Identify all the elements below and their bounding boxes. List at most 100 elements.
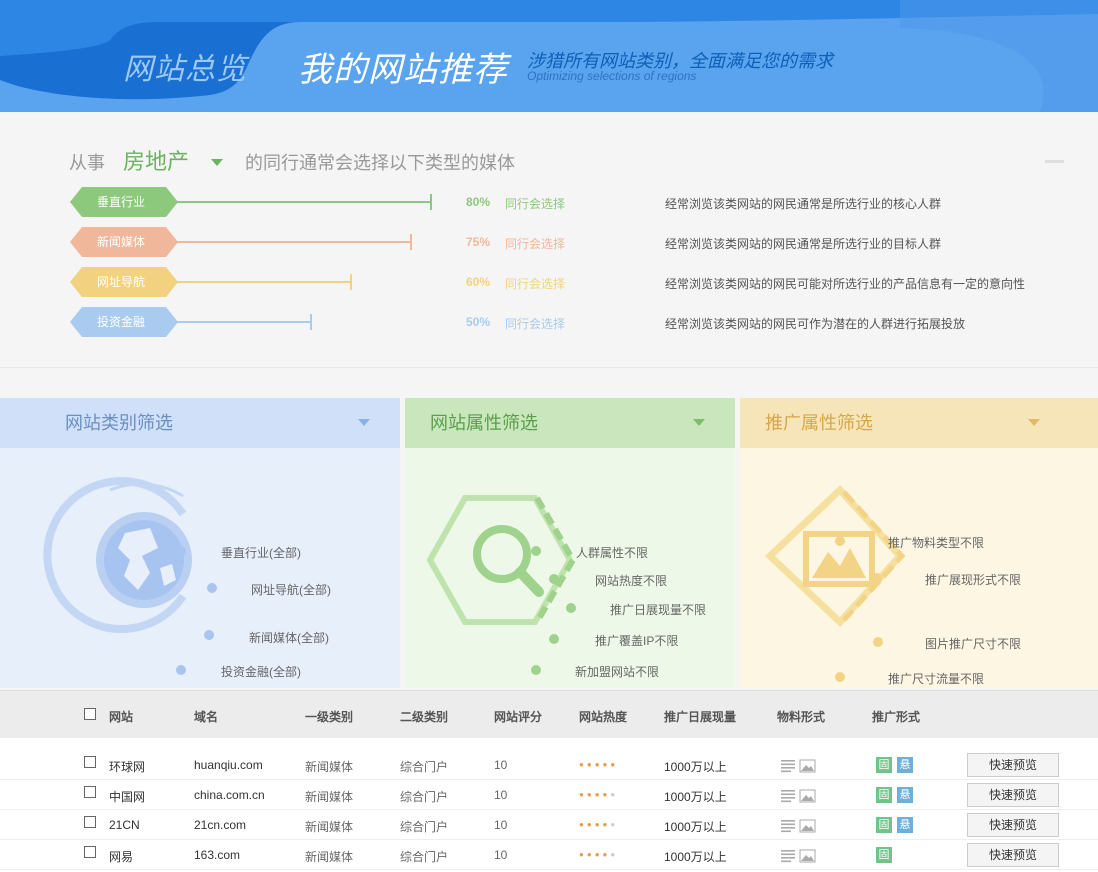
star-icon: ● bbox=[610, 820, 619, 829]
promotion-filter-header[interactable]: 推广属性筛选 bbox=[740, 398, 1098, 448]
filter-option[interactable]: 投资金融(全部) bbox=[221, 663, 301, 680]
quick-preview-button[interactable]: 快速预览 bbox=[967, 783, 1059, 807]
site-name[interactable]: 中国网 bbox=[109, 788, 145, 805]
filter-option[interactable]: 推广日展现量不限 bbox=[610, 601, 706, 618]
attribute-dot bbox=[549, 634, 559, 644]
filter-option[interactable]: 推广展现形式不限 bbox=[925, 571, 1021, 588]
quick-preview-button[interactable]: 快速预览 bbox=[967, 753, 1059, 777]
category-filter-header[interactable]: 网站类别筛选 bbox=[0, 398, 400, 448]
chevron-down-icon[interactable] bbox=[358, 419, 370, 426]
share-bar-end bbox=[310, 314, 312, 330]
industry-recommendation: 从事 房地产 的同行通常会选择以下类型的媒体 垂直行业 80% 同行会选择 经常浏览该… bbox=[0, 112, 1098, 368]
table-row: 中国网 china.com.cn 新闻媒体 综合门户 10 ●●●●● 1000万以上 固悬 快… bbox=[0, 780, 1098, 810]
column-header: 二级类别 bbox=[400, 710, 449, 724]
row-checkbox[interactable] bbox=[84, 786, 96, 798]
star-icon: ● bbox=[579, 790, 587, 799]
filter-option[interactable]: 垂直行业(全部) bbox=[221, 544, 301, 561]
share-percent: 50% bbox=[466, 315, 491, 329]
media-row: 投资金融 50% 同行会选择 经常浏览该类网站的网民可作为潜在的人群进行拓展投放 bbox=[70, 307, 1070, 337]
float-badge: 悬 bbox=[897, 787, 913, 803]
media-tag[interactable]: 垂直行业 bbox=[70, 187, 178, 217]
star-icon: ● bbox=[586, 850, 595, 859]
media-tag[interactable]: 网址导航 bbox=[70, 267, 178, 297]
media-tag[interactable]: 投资金融 bbox=[70, 307, 178, 337]
filter-option[interactable]: 图片推广尺寸不限 bbox=[925, 635, 1021, 652]
text-lines-icon bbox=[781, 849, 816, 863]
site-name[interactable]: 网易 bbox=[109, 848, 133, 865]
promotion-dot bbox=[835, 536, 845, 546]
media-row: 新闻媒体 75% 同行会选择 经常浏览该类网站的网民通常是所选行业的目标人群 bbox=[70, 227, 1070, 257]
promotion-dot bbox=[873, 637, 883, 647]
share-bar bbox=[176, 321, 310, 323]
attribute-dot bbox=[531, 546, 541, 556]
row-checkbox[interactable] bbox=[84, 756, 96, 768]
category-level2: 综合门户 bbox=[400, 820, 449, 834]
column-header: 域名 bbox=[194, 710, 219, 724]
row-checkbox[interactable] bbox=[84, 816, 96, 828]
filter-option[interactable]: 网址导航(全部) bbox=[251, 581, 331, 598]
star-icon: ● bbox=[579, 820, 587, 829]
star-icon: ● bbox=[594, 820, 603, 829]
heat-rating: ●●●●● bbox=[579, 760, 618, 769]
filter-option[interactable]: 推广尺寸流量不限 bbox=[888, 670, 984, 687]
banner-subtitle-en: Optimizing selections of regions bbox=[527, 69, 697, 83]
filter-option[interactable]: 新加盟网站不限 bbox=[575, 663, 659, 680]
promotion-filter-panel: 推广属性筛选 推广物料类型不限 推广展现形式不限 图片推广尺寸不限 推广尺寸流量… bbox=[740, 398, 1098, 688]
table-row: 环球网 huanqiu.com 新闻媒体 综合门户 10 ●●●●● 1000万以上 固悬 快速… bbox=[0, 750, 1098, 780]
category-level2: 综合门户 bbox=[400, 850, 449, 864]
lead-suffix: 的同行通常会选择以下类型的媒体 bbox=[245, 153, 516, 173]
quick-preview-button[interactable]: 快速预览 bbox=[967, 813, 1059, 837]
attribute-filter-header[interactable]: 网站属性筛选 bbox=[405, 398, 735, 448]
chevron-down-icon[interactable] bbox=[693, 419, 705, 426]
media-tag[interactable]: 新闻媒体 bbox=[70, 227, 178, 257]
category-dot bbox=[207, 583, 217, 593]
filter-option[interactable]: 人群属性不限 bbox=[576, 544, 648, 561]
column-header: 网站评分 bbox=[494, 710, 543, 724]
share-bar bbox=[176, 241, 410, 243]
caret-down-icon[interactable] bbox=[211, 159, 224, 166]
text-lines-icon bbox=[781, 789, 816, 803]
filter-option[interactable]: 网站热度不限 bbox=[595, 572, 667, 589]
star-icon: ● bbox=[586, 760, 595, 769]
site-name[interactable]: 21CN bbox=[109, 818, 140, 832]
category-level1: 新闻媒体 bbox=[305, 790, 354, 804]
quick-preview-button[interactable]: 快速预览 bbox=[967, 843, 1059, 867]
collapse-icon[interactable] bbox=[1045, 160, 1064, 163]
column-header: 一级类别 bbox=[305, 710, 354, 724]
chevron-down-icon[interactable] bbox=[1028, 419, 1040, 426]
attribute-dot bbox=[566, 603, 576, 613]
filter-option[interactable]: 新闻媒体(全部) bbox=[249, 629, 329, 646]
industry-select[interactable]: 房地产 bbox=[123, 144, 189, 176]
site-domain: 163.com bbox=[194, 848, 241, 862]
site-domain: china.com.cn bbox=[194, 788, 265, 802]
filter-option[interactable]: 推广覆盖IP不限 bbox=[595, 632, 678, 649]
heat-rating: ●●●●● bbox=[579, 850, 618, 859]
share-percent: 60% bbox=[466, 275, 491, 289]
industry-lead: 从事 房地产 的同行通常会选择以下类型的媒体 bbox=[69, 144, 515, 176]
media-description: 经常浏览该类网站的网民通常是所选行业的目标人群 bbox=[665, 237, 942, 251]
promotion-dot bbox=[835, 672, 845, 682]
banner: 网站总览 我的网站推荐 涉猎所有网站类别，全面满足您的需求 Optimizing… bbox=[0, 0, 1098, 112]
category-level1: 新闻媒体 bbox=[305, 850, 354, 864]
overview-tab[interactable]: 网站总览 bbox=[123, 44, 247, 88]
site-score: 10 bbox=[494, 758, 508, 772]
page-title: 我的网站推荐 bbox=[298, 51, 508, 89]
category-level1: 新闻媒体 bbox=[305, 760, 354, 774]
select-all-checkbox[interactable] bbox=[84, 708, 96, 720]
site-table: 环球网 huanqiu.com 新闻媒体 综合门户 10 ●●●●● 1000万以上固悬快速… bbox=[0, 738, 1098, 872]
category-dot bbox=[204, 630, 214, 640]
media-description: 经常浏览该类网站的网民可作为潜在的人群进行拓展投放 bbox=[665, 317, 966, 331]
category-level2: 综合门户 bbox=[400, 760, 449, 774]
share-bar bbox=[176, 201, 430, 203]
promotion-filter-body: 推广物料类型不限 推广展现形式不限 图片推广尺寸不限 推广尺寸流量不限 bbox=[740, 448, 1098, 688]
site-name[interactable]: 环球网 bbox=[109, 758, 145, 775]
star-icon: ● bbox=[586, 820, 595, 829]
filter-option[interactable]: 推广物料类型不限 bbox=[888, 534, 984, 551]
star-icon: ● bbox=[594, 790, 603, 799]
image-icon bbox=[764, 485, 906, 627]
share-percent: 80% bbox=[466, 195, 491, 209]
text-lines-icon bbox=[781, 759, 816, 773]
row-checkbox[interactable] bbox=[84, 846, 96, 858]
category-filter-title: 网站类别筛选 bbox=[65, 413, 173, 433]
daily-views: 1000万以上 bbox=[664, 760, 727, 774]
